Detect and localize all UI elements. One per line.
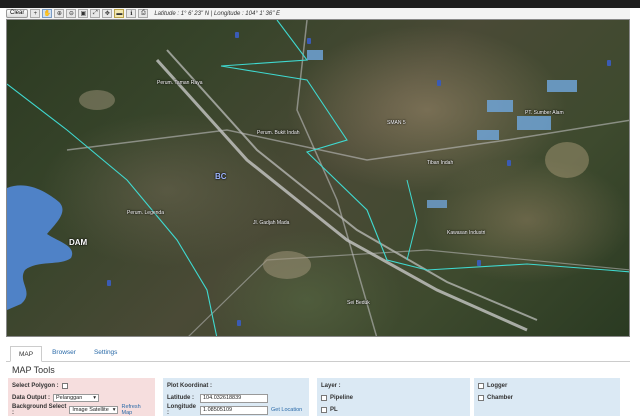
map-marker-badge[interactable] xyxy=(237,320,241,326)
main-road-2 xyxy=(166,49,538,321)
plus-icon[interactable]: + xyxy=(30,9,41,18)
map-place-label: Kawasan Industri xyxy=(447,230,486,236)
ruler-icon[interactable]: ▬ xyxy=(114,9,125,18)
plot-coordinate-title: Plot Koordinat : xyxy=(167,383,212,389)
district-boundary-3 xyxy=(220,20,309,67)
map-overlay xyxy=(7,20,629,336)
map-marker-badge[interactable] xyxy=(607,60,611,66)
layer-title: Layer : xyxy=(321,383,341,389)
zoom-out-icon[interactable]: ⊖ xyxy=(66,9,77,18)
satellite-map[interactable]: DAM BC Jl. Gadjah Mada Perum. Bukit Inda… xyxy=(6,19,630,337)
identify-icon[interactable]: ℹ xyxy=(126,9,137,18)
layer-panel: Layer : Pipeline PL xyxy=(317,378,470,416)
tab-settings[interactable]: Settings xyxy=(86,345,126,361)
water-body xyxy=(7,185,73,310)
longitude-input[interactable]: 1.08505109 xyxy=(200,405,268,415)
chevron-down-icon: ▾ xyxy=(112,407,116,413)
map-tools-title: MAP Tools xyxy=(12,365,55,375)
map-marker-badge[interactable] xyxy=(477,260,481,266)
map-place-label: Perum. Legenda xyxy=(127,210,164,216)
cross-road-2 xyxy=(296,20,378,336)
refresh-map-link[interactable]: Refresh Map xyxy=(121,404,151,416)
map-marker-badge[interactable] xyxy=(437,80,441,86)
clear-button[interactable]: Clear xyxy=(6,9,29,18)
latitude-label: Latitude : xyxy=(167,395,194,401)
logger-checkbox[interactable] xyxy=(478,383,484,389)
cross-road-3 xyxy=(188,249,629,336)
plot-coordinate-panel: Plot Koordinat : Latitude : 104.03261883… xyxy=(163,378,309,416)
map-marker-badge[interactable] xyxy=(107,280,111,286)
select-polygon-label: Select Polygon : xyxy=(12,383,59,389)
get-location-link[interactable]: Get Location xyxy=(271,407,302,413)
print-icon[interactable]: ⎙ xyxy=(138,9,149,18)
tab-browser[interactable]: Browser xyxy=(44,345,84,361)
pl-label: PL xyxy=(330,407,338,413)
district-label: BC xyxy=(215,172,227,181)
map-place-label: Perum. Taman Raya xyxy=(157,80,203,86)
pipeline-checkbox[interactable] xyxy=(321,395,327,401)
dam-label: DAM xyxy=(69,238,88,247)
window-top-strip xyxy=(0,0,640,8)
move-icon[interactable]: ✥ xyxy=(102,9,113,18)
tab-map[interactable]: MAP xyxy=(10,346,43,362)
map-marker-badge[interactable] xyxy=(307,38,311,44)
background-select-label: Background Select : xyxy=(12,404,67,416)
district-boundary-4 xyxy=(406,179,418,261)
map-place-label: Sei Beduk xyxy=(347,300,370,306)
map-toolbar: Clear + ✋ ⊕ ⊖ ▣ ⤢ ✥ ▬ ℹ ⎙ Latitude : 1° … xyxy=(6,8,630,19)
road-label: Jl. Gadjah Mada xyxy=(253,220,290,226)
chamber-checkbox[interactable] xyxy=(478,395,484,401)
coordinate-readout: Latitude : 1° 6' 23" N | Longitude : 104… xyxy=(154,10,281,17)
pl-checkbox[interactable] xyxy=(321,407,327,413)
map-marker-badge[interactable] xyxy=(507,160,511,166)
tab-bar: MAP Browser Settings xyxy=(6,342,630,362)
latitude-input[interactable]: 104.032618839 xyxy=(200,393,268,403)
map-place-label: Perum. Bukit Indah xyxy=(257,130,300,136)
data-output-label: Data Output : xyxy=(12,395,50,401)
select-panel: Select Polygon : Data Output : Pelanggan… xyxy=(8,378,155,416)
pipeline-label: Pipeline xyxy=(330,395,354,401)
logger-label: Logger xyxy=(487,383,508,389)
background-value: Image Satellite xyxy=(72,407,109,413)
hand-icon[interactable]: ✋ xyxy=(42,9,53,18)
zoom-box-icon[interactable]: ▣ xyxy=(78,9,89,18)
data-output-value: Pelanggan xyxy=(56,395,83,401)
fit-icon[interactable]: ⤢ xyxy=(90,9,101,18)
zoom-in-icon[interactable]: ⊕ xyxy=(54,9,65,18)
map-marker-badge[interactable] xyxy=(235,32,239,38)
select-polygon-checkbox[interactable] xyxy=(61,383,68,389)
chevron-down-icon: ▾ xyxy=(93,395,96,401)
map-place-label: Tiban Indah xyxy=(427,160,454,166)
data-output-select[interactable]: Pelanggan ▾ xyxy=(53,394,99,402)
map-place-label: SMAN 5 xyxy=(387,120,406,126)
background-select[interactable]: Image Satellite ▾ xyxy=(69,406,119,414)
chamber-label: Chamber xyxy=(487,395,514,401)
map-place-label: PT. Sumber Alam xyxy=(525,110,564,116)
longitude-label: Longitude : xyxy=(167,404,196,416)
extra-layer-panel: Logger Chamber xyxy=(474,378,620,416)
